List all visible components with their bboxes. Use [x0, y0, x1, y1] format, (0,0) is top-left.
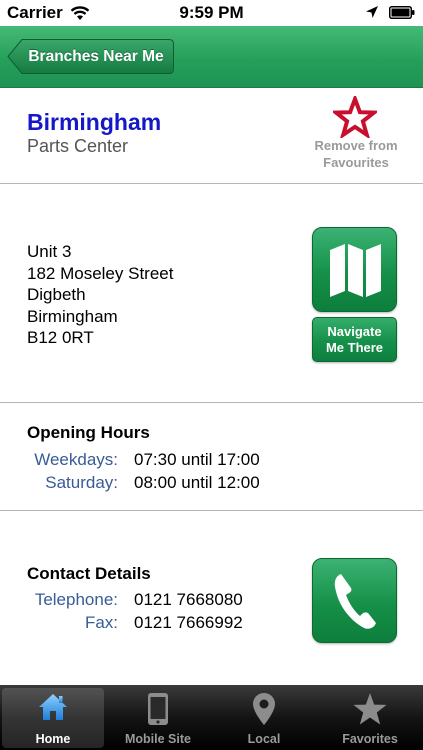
clock: 9:59 PM — [179, 3, 244, 22]
location-pin-icon — [253, 693, 275, 725]
navigation-bar: Branches Near Me — [0, 26, 423, 88]
phone-device-icon — [148, 693, 168, 725]
remove-favourite-button[interactable]: Remove from Favourites — [300, 137, 412, 171]
tab-local[interactable]: Local — [213, 688, 315, 748]
address-line: B12 0RT — [27, 328, 94, 347]
contact-details-title: Contact Details — [27, 564, 151, 583]
status-bar: Carrier 9:59 PM — [0, 0, 423, 26]
address-line: Unit 3 — [27, 242, 72, 261]
hours-day-label: Weekdays: — [34, 450, 118, 469]
navigate-label-line1: Navigate — [327, 323, 382, 339]
address-line: 182 Moseley Street — [27, 263, 174, 283]
tab-label: Favorites — [342, 732, 398, 746]
back-button-label: Branches Near Me — [28, 47, 164, 65]
contact-label: Telephone: — [34, 590, 118, 609]
favourite-star-icon[interactable] — [333, 96, 377, 138]
opening-hours-title: Opening Hours — [27, 423, 150, 442]
navigate-me-there-button[interactable]: Navigate Me There — [312, 317, 397, 362]
contact-label: Fax: — [84, 613, 118, 632]
tab-mobile-site[interactable]: Mobile Site — [107, 688, 209, 748]
divider — [0, 183, 423, 184]
fax-number: 0121 7666992 — [134, 613, 243, 632]
hours-day-label: Saturday: — [45, 473, 118, 492]
divider — [0, 510, 423, 511]
tab-label: Local — [247, 732, 281, 746]
tab-label: Home — [35, 732, 71, 746]
tab-home[interactable]: Home — [2, 688, 104, 748]
branch-address: Unit 3 182 Moseley Street Digbeth Birmin… — [27, 241, 173, 349]
branch-name: Birmingham — [27, 109, 162, 135]
hours-time: 07:30 until 17:00 — [134, 450, 260, 469]
battery-icon — [389, 5, 415, 19]
home-icon — [39, 694, 67, 720]
telephone-number[interactable]: 0121 7668080 — [134, 590, 243, 610]
hours-time: 08:00 until 12:00 — [134, 473, 260, 492]
branch-type: Parts Center — [27, 136, 129, 156]
tab-label: Mobile Site — [125, 732, 191, 746]
favourite-label-line2: Favourites — [323, 155, 389, 170]
navigate-label-line2: Me There — [325, 339, 384, 355]
location-arrow-icon — [366, 6, 378, 18]
address-line: Birmingham — [27, 306, 118, 326]
star-icon — [353, 693, 387, 725]
map-button[interactable] — [312, 227, 397, 312]
tab-bar: Home Mobile Site Local Favorites — [0, 685, 423, 750]
phone-icon — [334, 574, 376, 629]
address-line: Digbeth — [27, 285, 86, 304]
tab-favorites[interactable]: Favorites — [319, 688, 421, 748]
map-icon — [330, 244, 381, 297]
divider — [0, 402, 423, 403]
call-button[interactable] — [312, 558, 397, 643]
back-button[interactable]: Branches Near Me — [7, 38, 175, 75]
favourite-label-line1: Remove from — [314, 138, 398, 153]
